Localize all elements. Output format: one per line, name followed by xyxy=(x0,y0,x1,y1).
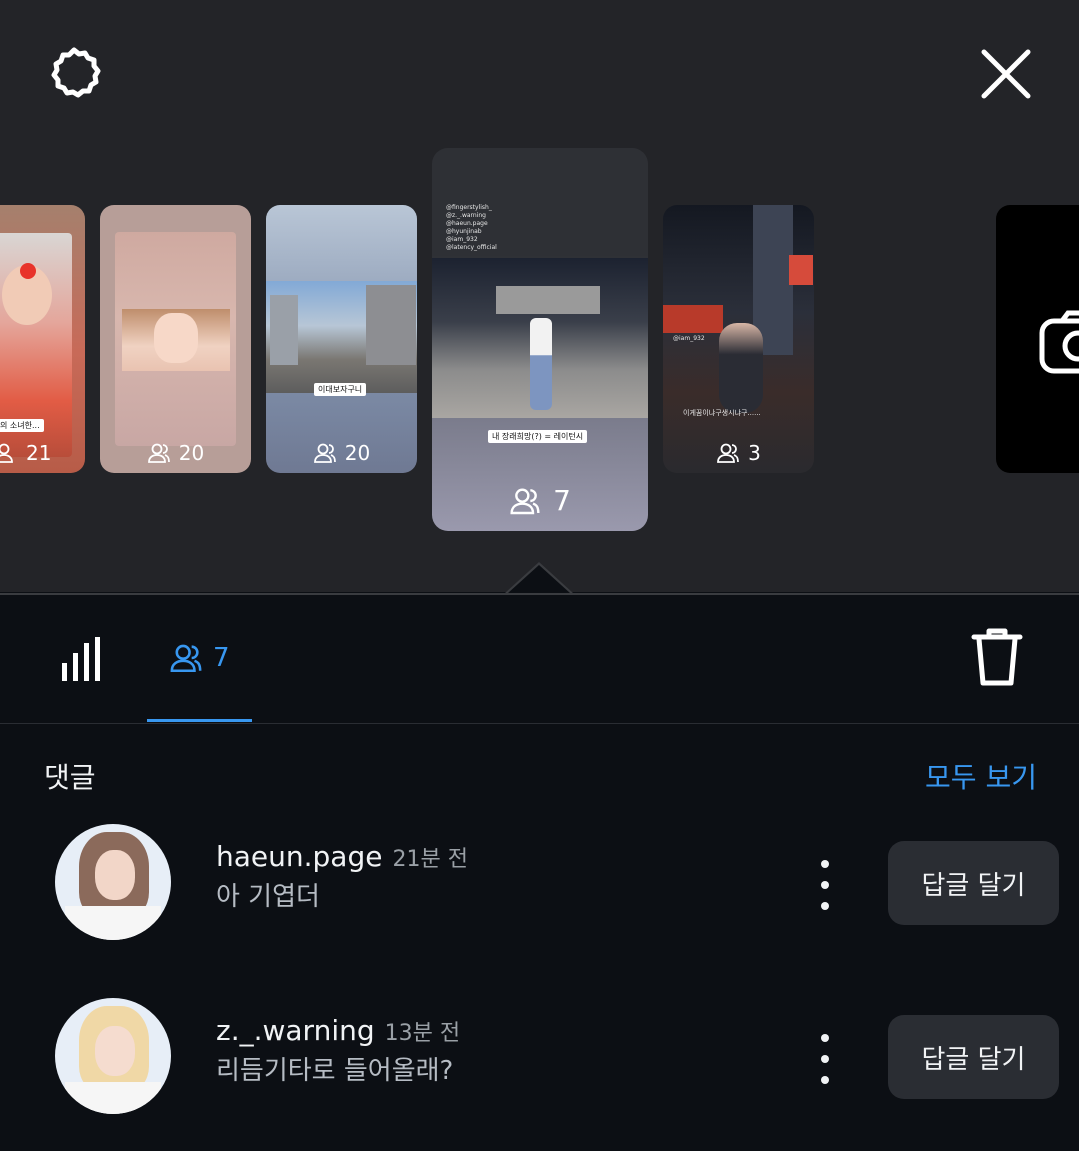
viewer-count: 3 xyxy=(663,441,814,465)
viewers-count: 7 xyxy=(213,643,230,673)
people-icon xyxy=(510,487,540,514)
story-tag: @hyunjinab xyxy=(446,228,482,235)
viewer-count-label: 7 xyxy=(553,484,571,517)
story-thumbnail[interactable]: 이대보자구니 20 xyxy=(266,205,417,473)
comment-time: 13분 전 xyxy=(384,1021,461,1046)
story-sign xyxy=(663,305,723,333)
more-icon-dot xyxy=(821,1034,829,1042)
story-thumbnail-selected[interactable]: @fingerstylish_ @z._.warning @haeun.page… xyxy=(432,148,648,531)
story-thumbnail[interactable]: 20 xyxy=(100,205,251,473)
reply-button[interactable]: 답글 달기 xyxy=(888,841,1059,925)
viewer-count-label: 20 xyxy=(344,441,371,465)
comment-time: 21분 전 xyxy=(392,847,468,872)
comment-username: haeun.page xyxy=(216,840,383,873)
story-thumbnail[interactable]: @iam_932 이게꿈이냐구생시냐구...... 3 xyxy=(663,205,814,473)
gear-icon xyxy=(51,47,101,98)
story-tag: @latency_official xyxy=(446,244,497,251)
people-icon xyxy=(147,443,170,463)
story-caption: 이게꿈이냐구생시냐구...... xyxy=(683,409,761,417)
comment-text: 아 기엽더 xyxy=(216,882,320,912)
tab-active-indicator xyxy=(147,719,252,722)
see-all-link[interactable]: 모두 보기 xyxy=(925,756,1037,796)
flower-decoration xyxy=(20,263,36,279)
story-performer xyxy=(530,318,552,410)
comment-username: z._.warning xyxy=(216,1014,375,1047)
more-options-button[interactable] xyxy=(814,1034,836,1084)
story-buildings xyxy=(366,285,416,365)
comment-author[interactable]: z._.warning 13분 전 xyxy=(216,1014,460,1047)
story-tag: @iam_932 xyxy=(673,335,705,342)
viewer-count: 7 xyxy=(432,484,648,517)
people-icon xyxy=(717,443,740,463)
story-tray: 의 소녀한... 21 20 이대보자구니 20 @fingerstylish_… xyxy=(0,0,1079,592)
avatar-face xyxy=(95,1026,135,1076)
add-story-button[interactable] xyxy=(996,205,1079,473)
viewer-count-label: 21 xyxy=(26,441,52,465)
story-caption: 이대보자구니 xyxy=(314,383,367,396)
tab-viewers[interactable]: 7 xyxy=(147,595,252,722)
story-thumbnail[interactable]: 의 소녀한... 21 xyxy=(0,205,85,473)
comment-text: 리듬기타로 들어올래? xyxy=(216,1056,454,1086)
people-icon xyxy=(313,443,336,463)
more-options-button[interactable] xyxy=(814,860,836,910)
people-icon xyxy=(0,443,13,463)
avatar[interactable] xyxy=(55,824,171,940)
more-icon-dot xyxy=(821,1055,829,1063)
story-buildings xyxy=(270,295,298,365)
comments-title: 댓글 xyxy=(44,761,96,794)
story-redaction xyxy=(496,286,600,314)
story-tag: @haeun.page xyxy=(446,220,488,227)
story-caption: 의 소녀한... xyxy=(0,419,44,432)
tab-stats[interactable] xyxy=(60,635,108,687)
settings-button[interactable] xyxy=(40,44,108,104)
reply-button[interactable]: 답글 달기 xyxy=(888,1015,1059,1099)
story-sign xyxy=(789,255,813,285)
story-tag: @fingerstylish_ xyxy=(446,204,492,211)
more-icon-dot xyxy=(821,1076,829,1084)
avatar-shirt xyxy=(65,906,161,940)
close-icon xyxy=(981,49,1031,99)
story-subject xyxy=(719,323,763,413)
delete-story-button[interactable] xyxy=(970,627,1024,691)
story-caption: 내 장래희망(?) = 레이턴시 xyxy=(488,430,588,443)
avatar-face xyxy=(95,850,135,900)
more-icon-dot xyxy=(821,860,829,868)
avatar-shirt xyxy=(65,1082,161,1114)
camera-icon xyxy=(1039,310,1079,374)
viewer-count: 20 xyxy=(100,441,251,465)
viewer-count: 20 xyxy=(266,441,417,465)
close-button[interactable] xyxy=(976,44,1036,104)
selection-pointer-fill xyxy=(508,565,570,593)
more-icon-dot xyxy=(821,902,829,910)
people-icon xyxy=(170,644,202,673)
bar-chart-icon xyxy=(62,637,100,681)
comment-author[interactable]: haeun.page 21분 전 xyxy=(216,840,468,873)
viewer-count-label: 3 xyxy=(748,441,761,465)
story-tag: @z._.warning xyxy=(446,212,486,219)
story-subject xyxy=(154,313,198,363)
comment-item: z._.warning 13분 전 리듬기타로 들어올래? 답글 달기 xyxy=(0,998,1079,1118)
more-icon-dot xyxy=(821,881,829,889)
trash-icon xyxy=(971,628,1023,686)
viewer-count-label: 20 xyxy=(178,441,205,465)
viewer-count: 21 xyxy=(0,441,85,465)
insights-tabs: 7 xyxy=(0,593,1079,724)
avatar[interactable] xyxy=(55,998,171,1114)
comment-item: haeun.page 21분 전 아 기엽더 답글 달기 xyxy=(0,824,1079,944)
story-tag: @iam_932 xyxy=(446,236,478,243)
